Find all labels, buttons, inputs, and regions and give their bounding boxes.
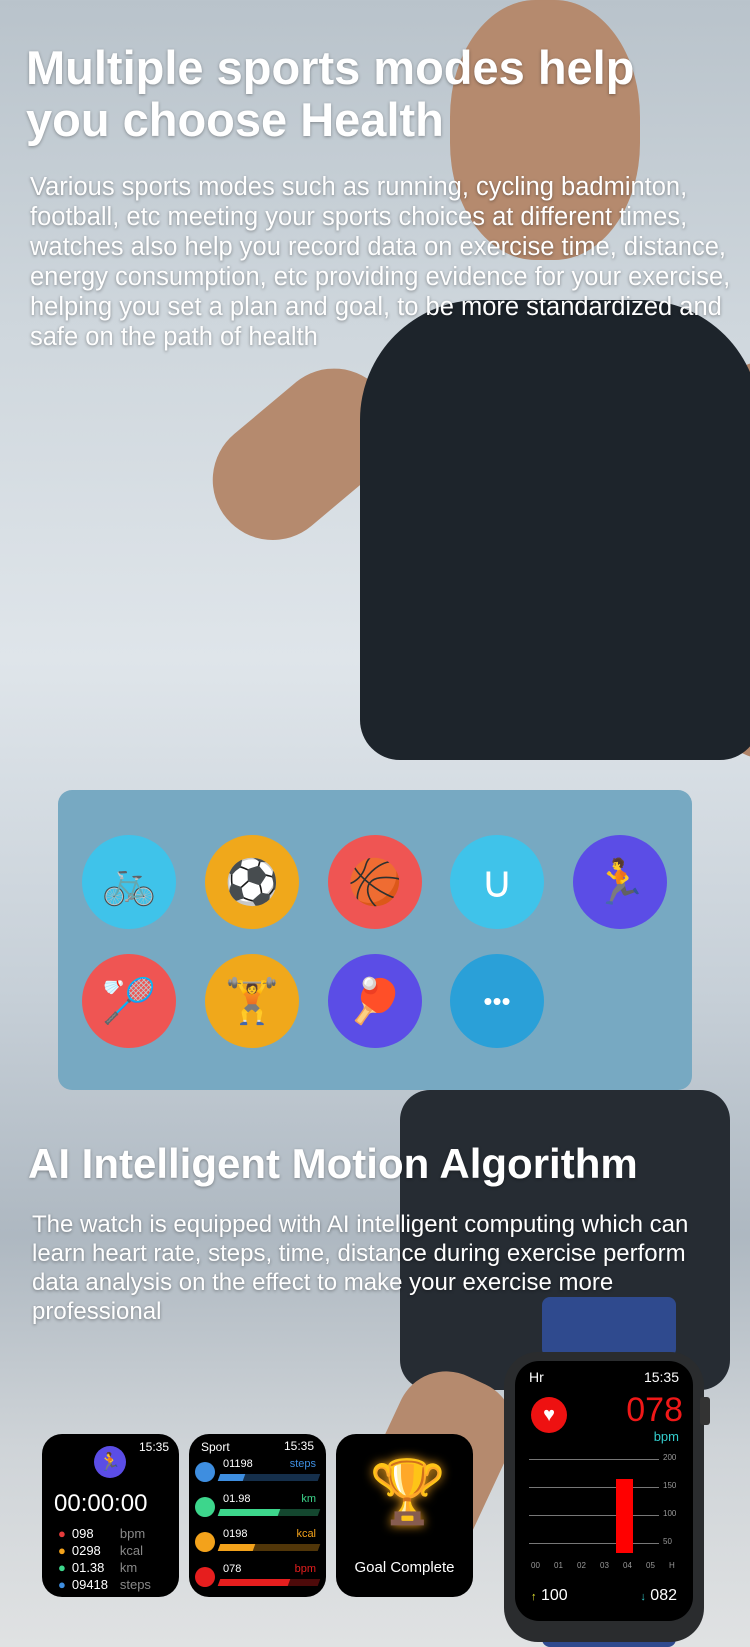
- progress-bar: [217, 1474, 321, 1481]
- metric-icon: ●: [58, 1526, 66, 1541]
- metric-value: 078: [223, 1563, 242, 1575]
- metric-value: 0198: [223, 1528, 248, 1540]
- goal-label: Goal Complete: [354, 1559, 455, 1576]
- badminton-icon[interactable]: 🏸: [82, 954, 176, 1048]
- metric-unit: km: [119, 1560, 138, 1575]
- gridline: [529, 1515, 659, 1516]
- metric-icon: ●: [58, 1543, 66, 1558]
- hr-bar: [616, 1479, 633, 1553]
- x-tick: 01: [554, 1561, 563, 1570]
- metric-value: 098: [71, 1526, 94, 1541]
- x-tick: 05: [646, 1561, 655, 1570]
- x-tick: 04: [623, 1561, 632, 1570]
- gridline: [529, 1543, 659, 1544]
- gridline: [529, 1459, 659, 1460]
- heart-icon: ♥: [531, 1397, 567, 1433]
- bpm-value: 078: [626, 1391, 683, 1429]
- football-icon[interactable]: ⚽: [205, 835, 299, 929]
- clock: 15:35: [643, 1369, 679, 1385]
- metric-value: 09418: [71, 1577, 109, 1592]
- x-tick: 03: [600, 1561, 609, 1570]
- jump-rope-icon[interactable]: ∪: [450, 835, 544, 929]
- metric-icon: ●: [58, 1560, 66, 1575]
- running-icon: 🏃: [94, 1446, 126, 1478]
- hero-body: Various sports modes such as running, cy…: [30, 173, 731, 351]
- metric-unit: km: [301, 1493, 316, 1505]
- metric-row: ● 0298 kcal: [58, 1543, 143, 1558]
- min-hr-value: 082: [650, 1587, 677, 1604]
- metric-unit: bpm: [119, 1526, 146, 1541]
- clock: 15:35: [283, 1439, 314, 1453]
- screen-title: Hr: [529, 1369, 544, 1385]
- y-tick: 50: [663, 1537, 672, 1546]
- progress-bar: [217, 1509, 321, 1516]
- metric-value: 01198: [223, 1458, 253, 1470]
- watch-heart-rate: Hr 15:35 ♥ 078 bpm 200 150 100 50 00 01 02 03 04…: [504, 1297, 714, 1647]
- metric-icon: [195, 1497, 215, 1517]
- metric-icon: ●: [58, 1577, 66, 1592]
- metric-row: ● 098 bpm: [58, 1526, 145, 1541]
- table-tennis-icon[interactable]: 🏓: [328, 954, 422, 1048]
- metric-unit: steps: [289, 1458, 316, 1470]
- screen-title: Sport: [201, 1440, 230, 1454]
- gridline: [529, 1487, 659, 1488]
- crown-button: [700, 1397, 710, 1425]
- metric-row: ● 09418 steps: [58, 1577, 151, 1592]
- y-tick: 200: [663, 1453, 677, 1462]
- metric-icon: [195, 1567, 215, 1587]
- min-hr: ↓ 082: [640, 1587, 677, 1604]
- watch-workout-screen: 15:35 🏃 00:00:00 ● 098 bpm ● 0298 kcal ● 01.38 k…: [42, 1434, 179, 1597]
- max-hr: ↑ 100: [531, 1587, 568, 1604]
- bpm-unit: bpm: [653, 1429, 679, 1444]
- x-tick: H: [669, 1561, 675, 1570]
- x-tick: 02: [577, 1561, 586, 1570]
- metric-unit: bpm: [294, 1563, 316, 1575]
- progress-bar: [217, 1579, 321, 1586]
- dumbbell-icon[interactable]: 🏋: [205, 954, 299, 1048]
- hero-title: Multiple sports modes help you choose He…: [26, 41, 635, 146]
- ai-title: AI Intelligent Motion Algorithm: [28, 1140, 638, 1187]
- metric-icon: [195, 1532, 215, 1552]
- more-icon[interactable]: •••: [450, 954, 544, 1048]
- workout-timer: 00:00:00: [54, 1490, 148, 1517]
- clock: 15:35: [138, 1440, 169, 1454]
- progress-bar: [217, 1544, 321, 1551]
- watch-goal-screen: 🏆 Goal Complete: [336, 1434, 473, 1597]
- metric-value: 0298: [71, 1543, 101, 1558]
- cycling-icon[interactable]: 🚲: [82, 835, 176, 929]
- metric-icon: [195, 1462, 215, 1482]
- y-tick: 100: [663, 1509, 677, 1518]
- running-icon[interactable]: 🏃: [573, 835, 667, 929]
- max-hr-value: 100: [540, 1587, 568, 1604]
- metric-value: 01.38: [71, 1560, 105, 1575]
- metric-unit: steps: [119, 1577, 151, 1592]
- watch-sport-screen: Sport 15:35 01198 steps 01.98 km 0198 kc…: [189, 1434, 326, 1597]
- metric-unit: kcal: [296, 1528, 316, 1540]
- metric-row: ● 01.38 km: [58, 1560, 137, 1575]
- x-tick: 00: [531, 1561, 540, 1570]
- metric-unit: kcal: [119, 1543, 143, 1558]
- sports-mode-panel: 🚲 ⚽ 🏀 ∪ 🏃 🏸 🏋 🏓 •••: [58, 790, 692, 1090]
- metric-value: 01.98: [223, 1493, 251, 1505]
- trophy-icon: 🏆: [369, 1458, 447, 1527]
- y-tick: 150: [663, 1481, 677, 1490]
- basketball-icon[interactable]: 🏀: [328, 835, 422, 929]
